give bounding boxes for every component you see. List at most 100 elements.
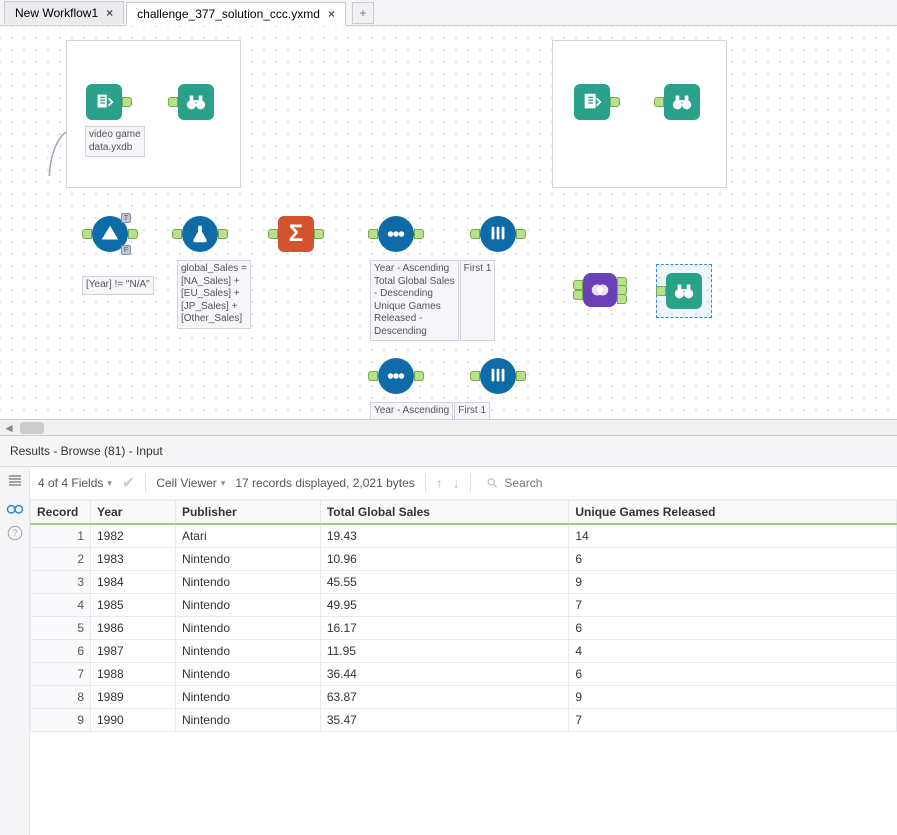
input-icon xyxy=(574,84,610,120)
col-unique-games[interactable]: Unique Games Released xyxy=(569,501,897,525)
table-row[interactable]: 81989Nintendo63.879 xyxy=(31,686,897,709)
tab-label: challenge_377_solution_ccc.yxmd xyxy=(137,7,320,21)
input-data-tool[interactable] xyxy=(86,84,122,120)
workflow-canvas[interactable]: video game data.yxdb xyxy=(0,26,897,435)
input-data-tool-2[interactable] xyxy=(574,84,610,120)
table-row[interactable]: 71988Nintendo36.446 xyxy=(31,663,897,686)
test-tubes-icon xyxy=(480,216,516,252)
col-year[interactable]: Year xyxy=(91,501,176,525)
cell-games: 4 xyxy=(569,640,897,663)
table-row[interactable]: 41985Nintendo49.957 xyxy=(31,594,897,617)
col-publisher[interactable]: Publisher xyxy=(175,501,320,525)
cell-year: 1986 xyxy=(91,617,176,640)
cell-record: 9 xyxy=(31,709,91,732)
formula-label: global_Sales = [NA_Sales] + [EU_Sales] +… xyxy=(177,260,251,329)
sort-icon xyxy=(378,216,414,252)
cell-sales: 45.55 xyxy=(320,571,569,594)
cell-publisher: Nintendo xyxy=(175,663,320,686)
table-row[interactable]: 11982Atari19.4314 xyxy=(31,524,897,548)
summarize-tool[interactable]: Σ xyxy=(278,216,314,252)
binoculars-icon xyxy=(666,273,702,309)
help-icon[interactable]: ? xyxy=(5,523,25,543)
filter-tool[interactable]: T F xyxy=(92,216,128,252)
cell-publisher: Nintendo xyxy=(175,548,320,571)
cell-year: 1988 xyxy=(91,663,176,686)
cell-games: 7 xyxy=(569,709,897,732)
input-data-label: video game data.yxdb xyxy=(85,126,145,157)
scroll-thumb[interactable] xyxy=(20,422,44,434)
col-record[interactable]: Record xyxy=(31,501,91,525)
cell-games: 6 xyxy=(569,548,897,571)
tab-bar: New Workflow1 × challenge_377_solution_c… xyxy=(0,0,897,26)
list-view-icon[interactable] xyxy=(5,471,25,491)
table-row[interactable]: 31984Nintendo45.559 xyxy=(31,571,897,594)
workflow-canvas-wrap: video game data.yxdb xyxy=(0,26,897,436)
cell-year: 1990 xyxy=(91,709,176,732)
test-tubes-icon xyxy=(480,358,516,394)
browse-view-icon[interactable] xyxy=(5,497,25,517)
sample-tool-1[interactable] xyxy=(480,216,516,252)
results-sidebar: ? xyxy=(0,467,30,835)
cell-year: 1987 xyxy=(91,640,176,663)
horizontal-scrollbar[interactable]: ◄ xyxy=(0,419,897,435)
cell-record: 2 xyxy=(31,548,91,571)
sort1-badge: First 1 xyxy=(460,260,496,341)
filter-icon: T F xyxy=(92,216,128,252)
browse-tool-2[interactable] xyxy=(664,84,700,120)
prev-record-icon[interactable]: ↑ xyxy=(436,475,443,491)
cell-sales: 35.47 xyxy=(320,709,569,732)
close-icon[interactable]: × xyxy=(328,7,335,21)
cell-record: 3 xyxy=(31,571,91,594)
cell-year: 1982 xyxy=(91,524,176,548)
browse-tool-3[interactable] xyxy=(666,273,702,309)
table-row[interactable]: 61987Nintendo11.954 xyxy=(31,640,897,663)
sort1-label: Year - Ascending Total Global Sales - De… xyxy=(370,260,459,341)
search-input[interactable] xyxy=(504,476,675,490)
check-icon[interactable]: ✔ xyxy=(122,473,135,493)
cell-games: 7 xyxy=(569,594,897,617)
table-row[interactable]: 51986Nintendo16.176 xyxy=(31,617,897,640)
records-status: 17 records displayed, 2,021 bytes xyxy=(235,476,414,490)
sort-tool-1[interactable] xyxy=(378,216,414,252)
table-row[interactable]: 91990Nintendo35.477 xyxy=(31,709,897,732)
sort-tool-2[interactable] xyxy=(378,358,414,394)
cell-year: 1989 xyxy=(91,686,176,709)
cell-publisher: Nintendo xyxy=(175,709,320,732)
results-panel: ? 4 of 4 Fields ▾ ✔ Cell Viewer ▾ 17 rec… xyxy=(0,467,897,835)
binoculars-icon xyxy=(664,84,700,120)
browse-tool-1[interactable] xyxy=(178,84,214,120)
cell-publisher: Nintendo xyxy=(175,640,320,663)
flask-icon xyxy=(182,216,218,252)
cell-games: 14 xyxy=(569,524,897,548)
scroll-left-icon[interactable]: ◄ xyxy=(0,421,18,435)
sample-tool-2[interactable] xyxy=(480,358,516,394)
col-total-sales[interactable]: Total Global Sales xyxy=(320,501,569,525)
cell-sales: 16.17 xyxy=(320,617,569,640)
sigma-icon: Σ xyxy=(278,216,314,252)
cell-year: 1984 xyxy=(91,571,176,594)
cell-sales: 10.96 xyxy=(320,548,569,571)
join-tool[interactable] xyxy=(583,273,617,307)
cell-games: 9 xyxy=(569,571,897,594)
cell-viewer-dropdown[interactable]: Cell Viewer ▾ xyxy=(156,476,225,490)
cell-record: 8 xyxy=(31,686,91,709)
cell-publisher: Nintendo xyxy=(175,594,320,617)
tab-workflow-challenge[interactable]: challenge_377_solution_ccc.yxmd × xyxy=(126,2,346,26)
table-row[interactable]: 21983Nintendo10.966 xyxy=(31,548,897,571)
cell-viewer-label: Cell Viewer xyxy=(156,476,216,490)
cell-publisher: Nintendo xyxy=(175,571,320,594)
formula-tool[interactable] xyxy=(182,216,218,252)
cell-record: 7 xyxy=(31,663,91,686)
next-record-icon[interactable]: ↓ xyxy=(453,475,460,491)
close-icon[interactable]: × xyxy=(106,6,113,20)
cell-sales: 63.87 xyxy=(320,686,569,709)
results-header: Results - Browse (81) - Input xyxy=(0,436,897,467)
search-box[interactable] xyxy=(481,473,681,493)
results-grid[interactable]: Record Year Publisher Total Global Sales… xyxy=(30,500,897,732)
tab-workflow-new[interactable]: New Workflow1 × xyxy=(4,1,124,24)
svg-text:?: ? xyxy=(12,528,17,538)
sort2-badge: First 1 xyxy=(454,402,490,421)
fields-dropdown[interactable]: 4 of 4 Fields ▾ xyxy=(38,476,112,490)
add-tab-button[interactable]: + xyxy=(352,2,374,24)
cell-record: 4 xyxy=(31,594,91,617)
